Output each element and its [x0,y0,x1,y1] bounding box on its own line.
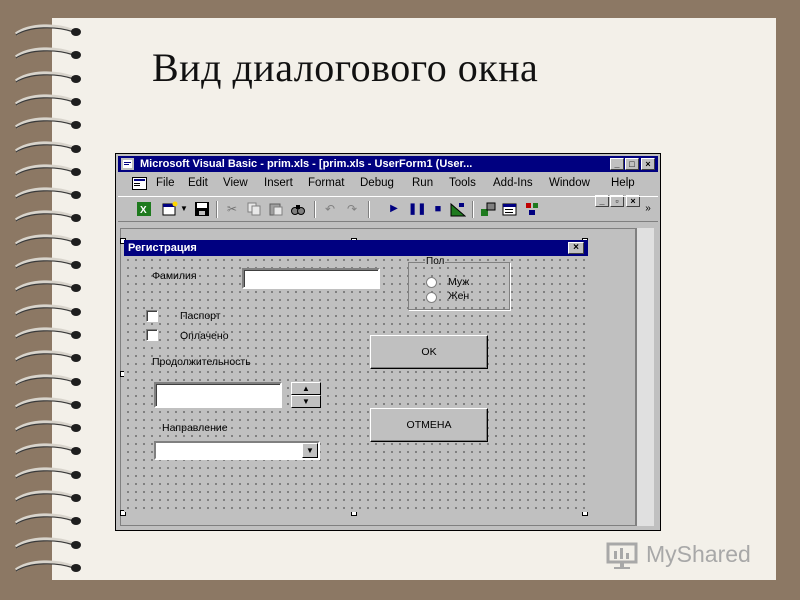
redo-icon[interactable]: ↷ [344,201,360,217]
menu-bar: File Edit View Insert Format Debug Run T… [118,174,658,207]
passport-label: Паспорт [180,310,221,322]
insert-form-icon[interactable] [162,201,178,217]
passport-checkbox[interactable] [146,310,158,322]
menu-insert[interactable]: Insert [264,177,293,189]
binding-ring [14,513,81,526]
duration-field[interactable] [154,382,282,408]
watermark-text: MyShared [646,541,751,567]
binding-ring [14,350,81,363]
menu-window[interactable]: Window [549,177,590,189]
standard-toolbar: X ▼ ✂ ↶ ↷ ▶ ❚❚ ■ » [118,196,658,222]
cancel-button[interactable]: ОТМЕНА [370,408,488,442]
binding-ring [14,303,81,316]
binding-ring [14,443,81,456]
surname-label: Фамилия [152,270,197,282]
menu-debug[interactable]: Debug [360,177,394,189]
binding-ring [14,536,81,549]
menu-format[interactable]: Format [308,177,344,189]
undo-icon[interactable]: ↶ [322,201,338,217]
properties-icon[interactable] [502,201,518,217]
binding-ring [14,467,81,479]
binding-ring [14,257,81,269]
ok-button[interactable]: OK [370,335,488,369]
break-icon[interactable]: ❚❚ [408,201,426,217]
minimize-button[interactable]: _ [610,158,624,170]
binding-ring [14,560,81,572]
userform-titlebar[interactable]: Регистрация × [124,240,588,256]
binding-ring [14,117,81,130]
binding-ring [14,234,81,246]
female-radio[interactable] [426,292,437,303]
binding-ring [14,94,81,106]
vertical-scrollbar[interactable] [636,228,654,526]
vba-app-icon [121,158,134,170]
binding-ring [14,210,81,223]
menu-help[interactable]: Help [611,177,635,189]
cut-icon[interactable]: ✂ [224,201,240,217]
vba-window-title: Microsoft Visual Basic - prim.xls - [pri… [140,158,473,170]
binding-ring [14,70,81,83]
svg-text:X: X [140,205,147,216]
project-explorer-icon[interactable] [480,201,496,217]
direction-combobox[interactable]: ▼ [154,441,320,460]
paid-checkbox[interactable] [146,329,158,341]
copy-icon[interactable] [246,201,262,217]
myshared-logo-icon [606,542,638,569]
spin-down-button[interactable]: ▼ [291,395,321,408]
maximize-button[interactable]: □ [625,158,639,170]
reset-icon[interactable]: ■ [430,201,446,217]
userform-title: Регистрация [128,242,197,254]
spin-up-button[interactable]: ▲ [291,382,321,395]
document-control-icon[interactable] [132,177,147,190]
gender-frame-label: Пол [425,256,446,267]
male-label: Муж [448,276,470,288]
duration-spinner: ▲ ▼ [291,382,321,408]
vba-titlebar[interactable]: Microsoft Visual Basic - prim.xls - [pri… [118,156,658,172]
binding-ring [14,397,81,409]
surname-field[interactable] [242,268,380,289]
duration-label: Продолжительность [152,356,251,368]
combo-dropdown-button[interactable]: ▼ [302,443,318,458]
binding-ring [14,164,81,176]
save-icon[interactable] [194,201,210,217]
toolbar-overflow-icon[interactable]: » [640,201,656,217]
binding-ring [14,373,81,386]
binding-ring [14,490,81,502]
binding-ring [14,187,81,200]
slide-title: Вид диалогового окна [152,45,539,90]
run-icon[interactable]: ▶ [386,201,402,217]
female-label: Жен [448,290,470,302]
binding-ring [14,140,81,153]
binding-ring [14,420,81,433]
paid-label: Оплачено [180,330,229,342]
excel-icon[interactable]: X [136,201,152,217]
myshared-watermark: MyShared [606,538,776,570]
menu-edit[interactable]: Edit [188,177,208,189]
menu-file[interactable]: File [156,177,175,189]
binding-ring [14,280,81,293]
vba-editor-window: Microsoft Visual Basic - prim.xls - [pri… [115,153,661,531]
design-mode-icon[interactable] [450,201,467,217]
paste-icon[interactable] [268,201,284,217]
dropdown-arrow-icon[interactable]: ▼ [180,201,188,217]
binding-ring [14,24,81,36]
menu-run[interactable]: Run [412,177,433,189]
binding-ring [14,47,81,60]
menu-add-ins[interactable]: Add-Ins [493,177,533,189]
direction-label: Направление [162,422,228,434]
binding-ring [14,327,81,339]
find-icon[interactable] [290,201,306,217]
userform-close-button[interactable]: × [568,242,584,254]
userform: Регистрация × Фамилия Пол Муж Жен Паспор… [124,240,588,512]
menu-tools[interactable]: Tools [449,177,476,189]
male-radio[interactable] [426,277,437,288]
close-button[interactable]: × [641,158,655,170]
object-browser-icon[interactable] [524,201,540,217]
menu-view[interactable]: View [223,177,248,189]
